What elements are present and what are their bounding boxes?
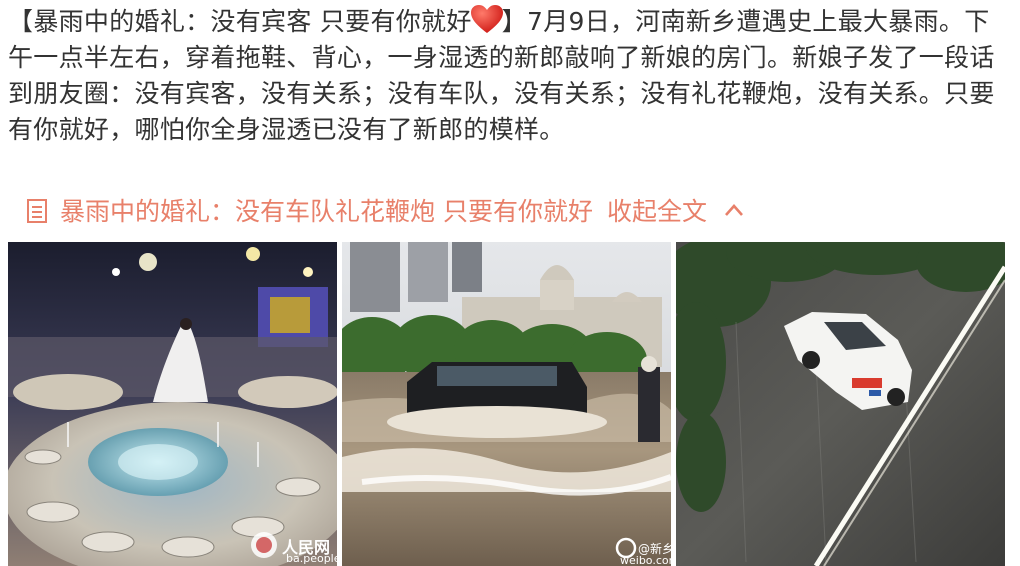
- bracket-close: 】: [501, 7, 527, 36]
- photo-watermark-url: ba.people: [286, 552, 337, 565]
- flooded-street-image: [342, 242, 671, 566]
- weibo-post-text: 【暴雨中的婚礼：没有宾客 只要有你就好 】7月9日，河南新乡遭遇史上最大暴雨。下午…: [8, 4, 1014, 148]
- document-icon: [26, 198, 48, 224]
- car-in-rain-image: [676, 242, 1005, 566]
- photo-car-in-rain[interactable]: [676, 242, 1005, 566]
- photo-flooded-street[interactable]: @新乡 weibo.com: [342, 242, 671, 566]
- red-heart-icon: [470, 4, 504, 34]
- photo-watermark-url: weibo.com: [620, 554, 671, 566]
- chevron-up-icon[interactable]: [723, 191, 745, 216]
- article-collapse-row[interactable]: 暴雨中的婚礼：没有车队礼花鞭炮 只要有你就好 收起全文: [26, 191, 745, 227]
- article-title-link[interactable]: 暴雨中的婚礼：没有车队礼花鞭炮 只要有你就好: [60, 197, 593, 226]
- collapse-full-text-link[interactable]: 收起全文: [607, 197, 707, 226]
- post-title: 暴雨中的婚礼：没有宾客 只要有你就好: [33, 7, 472, 36]
- bracket-open: 【: [8, 7, 34, 36]
- photo-wedding-banquet[interactable]: 人民网 ba.people: [8, 242, 337, 566]
- wedding-banquet-image: [8, 242, 337, 566]
